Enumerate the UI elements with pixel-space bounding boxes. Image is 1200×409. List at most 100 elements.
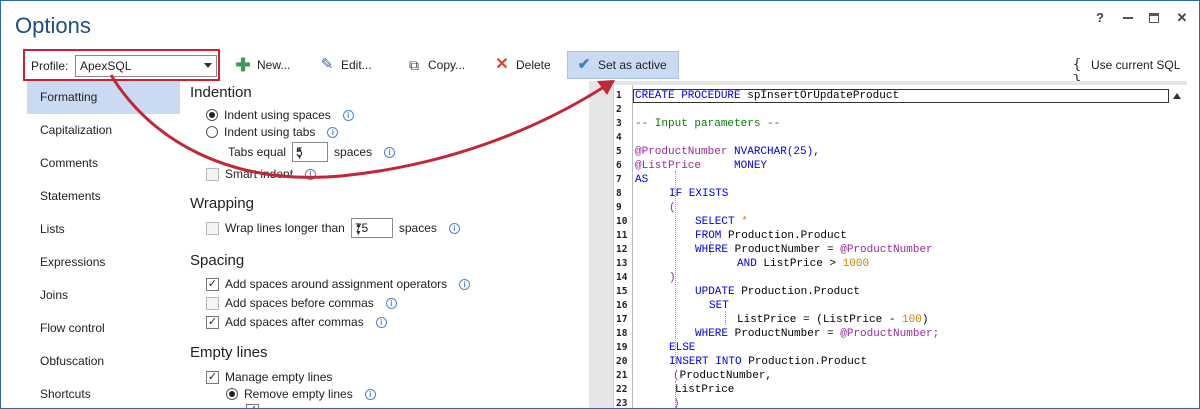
- code-line: (ProductNumber,: [673, 370, 773, 382]
- before-commas-label: Add spaces before commas: [225, 296, 374, 310]
- info-icon[interactable]: i: [384, 146, 396, 158]
- assign-ops-checkbox[interactable]: ✓: [206, 277, 219, 291]
- info-icon[interactable]: i: [342, 109, 354, 121]
- sidebar-item-formatting[interactable]: Formatting: [27, 81, 180, 114]
- line-number: 16: [616, 300, 628, 311]
- edit-button[interactable]: ✎ Edit...: [311, 51, 380, 79]
- close-icon[interactable]: ✕: [1175, 11, 1189, 25]
- indent-spaces-option[interactable]: Indent using spaces i: [206, 108, 354, 122]
- scroll-up-icon[interactable]: [1173, 93, 1181, 99]
- stepper-down-icon[interactable]: ▼: [296, 154, 324, 161]
- check-icon: ✔: [577, 56, 591, 73]
- sidebar-item-statements[interactable]: Statements: [27, 180, 180, 213]
- assign-ops-option[interactable]: ✓ Add spaces around assignment operators…: [206, 277, 471, 291]
- assign-ops-label: Add spaces around assignment operators: [225, 277, 448, 291]
- remove-empty-lines-label: Remove empty lines: [244, 387, 353, 401]
- use-current-sql-button[interactable]: { } Use current SQL: [1061, 51, 1188, 89]
- indent-tabs-label: Indent using tabs: [224, 125, 316, 139]
- code-area[interactable]: CREATE PROCEDURE spInsertOrUpdateProduct…: [632, 85, 1187, 409]
- indent-tabs-radio[interactable]: [206, 126, 218, 138]
- code-line: AND ListPrice > 1000: [737, 258, 870, 270]
- window-title: Options: [15, 13, 91, 38]
- indent-spaces-radio[interactable]: [206, 109, 218, 121]
- help-icon[interactable]: ?: [1093, 11, 1107, 25]
- sidebar-item-joins[interactable]: Joins: [27, 279, 180, 312]
- tabs-equal-row: Tabs equal 5 ▲ ▼ spaces i: [228, 142, 396, 162]
- line-number: 21: [616, 370, 628, 381]
- sidebar-item-flow-control[interactable]: Flow control: [27, 312, 180, 345]
- code-line: SET: [709, 300, 729, 312]
- sidebar-item-expressions[interactable]: Expressions: [27, 246, 180, 279]
- delete-button[interactable]: ✕ Delete: [486, 51, 559, 79]
- new-button-label: New...: [257, 58, 291, 72]
- manage-empty-lines-checkbox[interactable]: ✓: [206, 370, 219, 384]
- sidebar-item-obfuscation[interactable]: Obfuscation: [27, 345, 180, 378]
- line-number: 10: [616, 216, 628, 227]
- code-line: ListPrice = (ListPrice - 100): [737, 314, 929, 326]
- wrap-lines-checkbox[interactable]: [206, 221, 219, 235]
- delete-button-label: Delete: [516, 58, 551, 72]
- minimize-icon[interactable]: [1123, 11, 1133, 19]
- info-icon[interactable]: i: [448, 222, 460, 234]
- smart-indent-checkbox[interactable]: [206, 167, 219, 181]
- info-icon[interactable]: i: [375, 316, 387, 328]
- stepper-down-icon[interactable]: ▼: [355, 230, 389, 237]
- set-as-active-button[interactable]: ✔ Set as active: [567, 51, 679, 79]
- code-line: ): [673, 398, 680, 409]
- profile-select[interactable]: ApexSQL: [75, 55, 217, 77]
- indent-guide: [725, 311, 726, 325]
- info-icon[interactable]: i: [385, 297, 397, 309]
- indent-tabs-option[interactable]: Indent using tabs i: [206, 125, 339, 139]
- partial-checkbox[interactable]: ✓: [246, 404, 259, 408]
- after-commas-checkbox[interactable]: ✓: [206, 315, 219, 329]
- info-icon[interactable]: i: [459, 278, 471, 290]
- sidebar-item-lists[interactable]: Lists: [27, 213, 180, 246]
- sidebar-item-capitalization[interactable]: Capitalization: [27, 114, 180, 147]
- code-line: -- Input parameters --: [635, 118, 781, 130]
- line-number: 7: [616, 174, 622, 185]
- info-icon[interactable]: i: [364, 388, 376, 400]
- maximize-icon[interactable]: [1149, 13, 1159, 23]
- line-number: 6: [616, 160, 622, 171]
- stepper-up-icon[interactable]: ▲: [296, 146, 324, 153]
- line-number: 17: [616, 314, 628, 325]
- wrap-lines-stepper[interactable]: 75 ▲ ▼: [350, 218, 393, 238]
- code-line: CREATE PROCEDURE spInsertOrUpdateProduct: [635, 90, 900, 102]
- after-commas-option[interactable]: ✓ Add spaces after commas i: [206, 315, 387, 329]
- stepper-up-icon[interactable]: ▲: [355, 222, 389, 229]
- delete-x-icon: ✕: [495, 56, 509, 73]
- code-line: UPDATE Production.Product: [695, 286, 861, 298]
- set-as-active-label: Set as active: [598, 58, 667, 72]
- before-commas-option[interactable]: Add spaces before commas i: [206, 296, 397, 310]
- remove-empty-lines-radio[interactable]: [226, 388, 238, 400]
- info-icon[interactable]: i: [327, 126, 339, 138]
- smart-indent-label: Smart indent: [225, 167, 294, 181]
- chevron-down-icon: [204, 63, 212, 68]
- sidebar-item-comments[interactable]: Comments: [27, 147, 180, 180]
- info-icon[interactable]: i: [305, 168, 317, 180]
- formatting-settings: Indention Indent using spaces i Indent u…: [190, 81, 590, 408]
- pencil-icon: ✎: [320, 56, 334, 73]
- profile-highlight: Profile: ApexSQL: [23, 49, 220, 81]
- copy-button-label: Copy...: [428, 58, 466, 72]
- indent-guide: [675, 171, 676, 367]
- code-editor[interactable]: 1 2 3 4 5 6 7 8 9 10 11 12 13 14 15 16 17 18 19 20 21 22 23 CR…: [613, 85, 1187, 409]
- manage-empty-lines-option[interactable]: ✓ Manage empty lines: [206, 370, 332, 384]
- toolbar: Profile: ApexSQL ✚ New... ✎ Edit... ⧉ Co…: [1, 49, 1199, 89]
- line-number: 5: [616, 146, 622, 157]
- new-button[interactable]: ✚ New...: [227, 51, 298, 79]
- smart-indent-option[interactable]: Smart indent i: [206, 167, 317, 181]
- before-commas-checkbox[interactable]: [206, 296, 219, 310]
- line-number: 3: [616, 118, 622, 129]
- line-number: 9: [616, 202, 622, 213]
- sidebar-item-shortcuts[interactable]: Shortcuts: [27, 378, 180, 408]
- empty-lines-title: Empty lines: [190, 344, 268, 361]
- tabs-equal-stepper[interactable]: 5 ▲ ▼: [292, 142, 329, 162]
- remove-empty-lines-option[interactable]: Remove empty lines i: [226, 387, 376, 401]
- code-line: (: [669, 202, 676, 214]
- line-number: 1: [616, 90, 622, 101]
- line-number: 4: [616, 132, 622, 143]
- copy-button[interactable]: ⧉ Copy...: [398, 51, 473, 79]
- options-sidebar: Formatting Capitalization Comments State…: [27, 81, 180, 408]
- line-number: 20: [616, 356, 628, 367]
